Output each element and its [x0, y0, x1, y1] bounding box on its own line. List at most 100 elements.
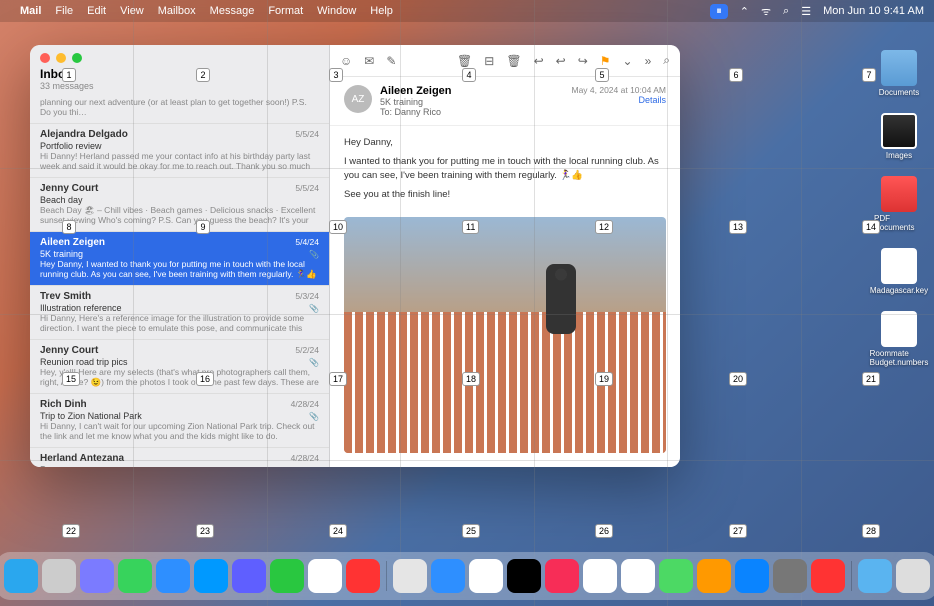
dock-app[interactable]: [469, 559, 503, 593]
trash-icon[interactable]: 🗑: [506, 54, 521, 68]
msg-subject: Illustration reference: [40, 303, 319, 313]
menu-format[interactable]: Format: [268, 5, 303, 17]
grid-number[interactable]: 6: [729, 68, 743, 82]
message-row[interactable]: Trev Smith5/3/24📎Illustration referenceH…: [30, 286, 329, 340]
grid-number[interactable]: 28: [862, 524, 880, 538]
search-icon[interactable]: ⌕: [663, 53, 670, 68]
grid-number[interactable]: 22: [62, 524, 80, 538]
message-list[interactable]: planning our next adventure (or at least…: [30, 95, 329, 467]
dock-app[interactable]: [80, 559, 114, 593]
message-row[interactable]: Jenny Court5/5/24Beach dayBeach Day 🏖 – …: [30, 178, 329, 232]
compose-icon[interactable]: ✉: [364, 54, 374, 68]
menu-mailbox[interactable]: Mailbox: [158, 5, 196, 17]
dock-app[interactable]: [4, 559, 38, 593]
dock-app[interactable]: [42, 559, 76, 593]
dock-app[interactable]: [545, 559, 579, 593]
message-row[interactable]: Jenny Court5/2/24📎Reunion road trip pics…: [30, 340, 329, 394]
mail-toolbar: ☺ ✉ ✎ 🗑 ⊟ 🗑 ↩ ↩ ↪ ⚑ ⌄ » ⌕: [330, 45, 680, 77]
to-label: To:: [380, 107, 392, 117]
grid-number[interactable]: 27: [729, 524, 747, 538]
spotlight-icon[interactable]: ⌕: [783, 5, 789, 18]
voice-control-icon[interactable]: ⏸: [710, 4, 728, 19]
grid-number[interactable]: 26: [595, 524, 613, 538]
dock-app[interactable]: [583, 559, 617, 593]
flag-chevron-icon[interactable]: ⌄: [623, 54, 633, 68]
desktop-item[interactable]: Images: [874, 113, 924, 160]
archive-icon[interactable]: 🗑: [457, 54, 472, 68]
desktop-item-icon: [881, 311, 917, 347]
window-minimize[interactable]: [56, 53, 66, 63]
control-center-icon[interactable]: ☰: [801, 5, 811, 18]
dock-app[interactable]: [773, 559, 807, 593]
reply-icon[interactable]: ↩: [534, 54, 544, 68]
dock-app[interactable]: [896, 559, 930, 593]
menu-help[interactable]: Help: [370, 5, 393, 17]
dock-app[interactable]: [659, 559, 693, 593]
menu-message[interactable]: Message: [210, 5, 255, 17]
menu-edit[interactable]: Edit: [87, 5, 106, 17]
desktop-item-label: Roommate Budget.numbers: [870, 349, 929, 367]
msg-subject: Beach day: [40, 195, 319, 205]
forward-icon[interactable]: ↪: [578, 54, 588, 68]
delete-icon[interactable]: ⊟: [484, 54, 494, 68]
dock-app[interactable]: [308, 559, 342, 593]
desktop-item[interactable]: Madagascar.key: [874, 248, 924, 295]
dock-app[interactable]: [858, 559, 892, 593]
dock-app[interactable]: [232, 559, 266, 593]
menu-view[interactable]: View: [120, 5, 144, 17]
dock-app[interactable]: [194, 559, 228, 593]
desktop-item-label: Documents: [879, 88, 919, 97]
grid-number[interactable]: 21: [862, 372, 880, 386]
dock-app[interactable]: [697, 559, 731, 593]
wifi-icon[interactable]: ⌃: [740, 5, 749, 18]
desktop-item[interactable]: Roommate Budget.numbers: [874, 311, 924, 367]
dock-app[interactable]: [507, 559, 541, 593]
menu-app[interactable]: Mail: [20, 5, 41, 17]
sender-avatar[interactable]: AZ: [344, 85, 372, 113]
dock-app[interactable]: [346, 559, 380, 593]
msg-preview: Hey Danny, I wanted to thank you for put…: [40, 259, 319, 279]
message-row[interactable]: Rich Dinh4/28/24📎Trip to Zion National P…: [30, 394, 329, 448]
message-row[interactable]: Alejandra Delgado5/5/24Portfolio reviewH…: [30, 124, 329, 178]
dock-app[interactable]: [735, 559, 769, 593]
window-close[interactable]: [40, 53, 50, 63]
message-attachment-image[interactable]: [344, 217, 666, 453]
menu-file[interactable]: File: [55, 5, 73, 17]
new-message-icon[interactable]: ✎: [386, 54, 396, 68]
grid-number[interactable]: 23: [196, 524, 214, 538]
msg-date: 4/28/24: [291, 453, 319, 463]
desktop-item[interactable]: PDF Documents: [874, 176, 924, 232]
mailbox-count: 33 messages: [40, 81, 319, 91]
dock-app[interactable]: [270, 559, 304, 593]
message-row[interactable]: Aileen Zeigen5/4/24📎5K trainingHey Danny…: [30, 232, 329, 286]
message-content-pane: ☺ ✉ ✎ 🗑 ⊟ 🗑 ↩ ↩ ↪ ⚑ ⌄ » ⌕ May 4, 2024 at…: [330, 45, 680, 467]
wifi-icon[interactable]: ᯤ: [761, 4, 771, 19]
details-link[interactable]: Details: [571, 95, 666, 105]
menu-window[interactable]: Window: [317, 5, 356, 17]
message-body: Hey Danny, I wanted to thank you for put…: [330, 126, 680, 217]
flag-icon[interactable]: ⚑: [600, 54, 611, 68]
desktop-item[interactable]: Documents: [874, 50, 924, 97]
more-icon[interactable]: »: [645, 54, 652, 68]
window-zoom[interactable]: [72, 53, 82, 63]
grid-number[interactable]: 13: [729, 220, 747, 234]
attachment-icon: 📎: [309, 358, 319, 367]
grid-number[interactable]: 20: [729, 372, 747, 386]
dock-app[interactable]: [811, 559, 845, 593]
grid-number[interactable]: 24: [329, 524, 347, 538]
junk-icon[interactable]: ☺: [340, 54, 352, 68]
message-row[interactable]: Herland Antezana4/28/24ResumeI've attach…: [30, 448, 329, 467]
msg-preview: Hey, y'all! Here are my selects (that's …: [40, 367, 319, 387]
dock-app[interactable]: [621, 559, 655, 593]
grid-number[interactable]: 25: [462, 524, 480, 538]
dock-app[interactable]: [393, 559, 427, 593]
mail-window: Inbox 33 messages planning our next adve…: [30, 45, 680, 467]
dock-app[interactable]: [118, 559, 152, 593]
dock-app[interactable]: [156, 559, 190, 593]
menubar-datetime[interactable]: Mon Jun 10 9:41 AM: [823, 5, 924, 17]
desktop-icons: Documents Images PDF Documents Madagascar.k…: [874, 50, 924, 367]
message-row[interactable]: planning our next adventure (or at least…: [30, 95, 329, 124]
msg-preview: Hi Danny! Herland passed me your contact…: [40, 151, 319, 171]
reply-all-icon[interactable]: ↩: [556, 54, 566, 68]
dock-app[interactable]: [431, 559, 465, 593]
